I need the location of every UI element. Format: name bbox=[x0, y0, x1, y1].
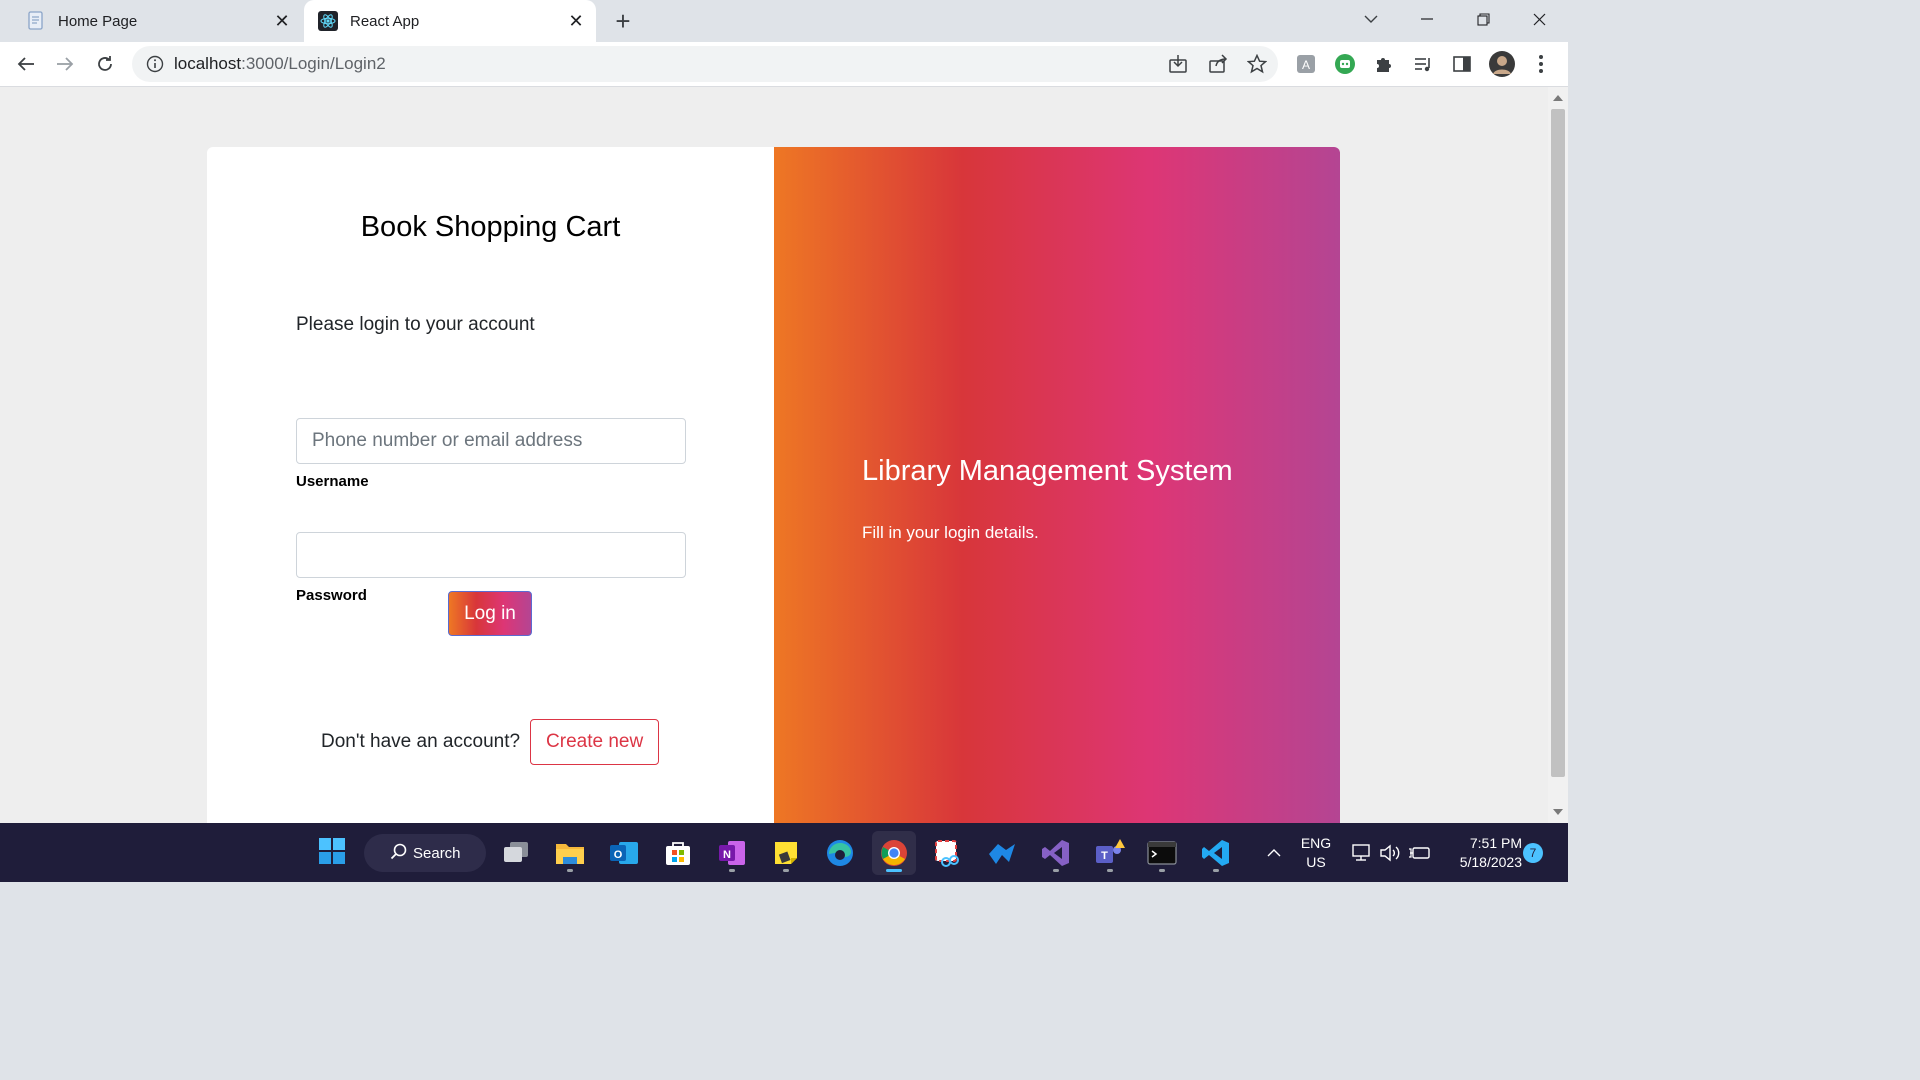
login-card: Book Shopping Cart Please login to your … bbox=[207, 147, 1340, 823]
minimize-icon[interactable] bbox=[1399, 0, 1455, 38]
vscode-icon[interactable] bbox=[1194, 831, 1238, 875]
login-form-pane: Book Shopping Cart Please login to your … bbox=[207, 147, 774, 823]
scroll-thumb[interactable] bbox=[1551, 109, 1565, 777]
document-icon bbox=[26, 11, 46, 31]
svg-text:A: A bbox=[1302, 58, 1310, 72]
show-hidden-icons-chevron-icon[interactable] bbox=[1262, 841, 1286, 865]
browser-toolbar: localhost:3000/Login/Login2 A bbox=[0, 42, 1568, 87]
tab-search-chevron-icon[interactable] bbox=[1343, 0, 1399, 38]
edge-icon[interactable] bbox=[818, 831, 862, 875]
side-title: Library Management System bbox=[862, 455, 1233, 487]
close-window-icon[interactable] bbox=[1511, 0, 1567, 38]
tab-home-page[interactable]: Home Page ✕ bbox=[12, 0, 302, 42]
side-panel-icon[interactable] bbox=[1448, 50, 1476, 78]
file-explorer-icon[interactable] bbox=[548, 831, 592, 875]
page-scrollbar[interactable] bbox=[1548, 87, 1568, 823]
search-label: Search bbox=[413, 844, 461, 862]
volume-icon[interactable] bbox=[1378, 841, 1402, 865]
gradient-info-pane: Library Management System Fill in your l… bbox=[774, 147, 1340, 823]
windows-logo-icon bbox=[318, 837, 346, 870]
new-tab-button[interactable]: + bbox=[608, 6, 638, 36]
notification-badge[interactable]: 7 bbox=[1523, 843, 1543, 863]
username-input[interactable] bbox=[296, 418, 686, 464]
password-input[interactable] bbox=[296, 532, 686, 578]
onenote-icon[interactable]: N bbox=[710, 831, 754, 875]
restore-icon[interactable] bbox=[1455, 0, 1511, 38]
react-icon bbox=[318, 11, 338, 31]
extension-robot-icon[interactable] bbox=[1331, 50, 1359, 78]
taskbar-search[interactable]: Search bbox=[364, 834, 486, 872]
reload-icon[interactable] bbox=[89, 48, 121, 80]
chrome-icon[interactable] bbox=[872, 831, 916, 875]
tab-title: React App bbox=[350, 12, 420, 30]
microsoft-store-icon[interactable] bbox=[656, 831, 700, 875]
url-path: :3000/Login/Login2 bbox=[241, 54, 386, 73]
install-app-icon[interactable] bbox=[1164, 50, 1192, 78]
scroll-down-icon[interactable] bbox=[1553, 809, 1563, 815]
sticky-notes-icon[interactable] bbox=[764, 831, 808, 875]
login-button[interactable]: Log in bbox=[448, 591, 532, 636]
language-code: ENG bbox=[1300, 835, 1332, 851]
signup-row: Don't have an account? Create new bbox=[321, 719, 660, 765]
more-menu-icon[interactable] bbox=[1527, 50, 1555, 78]
extension-grey-icon[interactable]: A bbox=[1292, 50, 1320, 78]
url-text: localhost:3000/Login/Login2 bbox=[174, 54, 386, 74]
brand-title: Book Shopping Cart bbox=[360, 211, 621, 243]
username-label: Username bbox=[296, 473, 369, 490]
windows-taskbar: Search O N T ENG US 7:51 PM 5/18/2023 7 bbox=[0, 823, 1568, 882]
scroll-up-icon[interactable] bbox=[1553, 95, 1563, 101]
signup-prompt: Don't have an account? bbox=[321, 731, 521, 752]
share-icon[interactable] bbox=[1204, 50, 1232, 78]
password-label: Password bbox=[296, 587, 367, 604]
language-indicator[interactable]: ENG US bbox=[1296, 834, 1336, 872]
start-button[interactable] bbox=[310, 831, 354, 875]
clock-time: 7:51 PM bbox=[1469, 835, 1522, 851]
media-queue-icon[interactable] bbox=[1409, 50, 1437, 78]
snipping-tool-icon[interactable] bbox=[926, 831, 970, 875]
svg-text:T: T bbox=[1101, 850, 1108, 862]
profile-avatar[interactable] bbox=[1488, 50, 1516, 78]
star-icon[interactable] bbox=[1243, 50, 1271, 78]
extensions-puzzle-icon[interactable] bbox=[1370, 50, 1398, 78]
close-icon[interactable]: ✕ bbox=[564, 9, 588, 33]
create-account-button[interactable]: Create new bbox=[530, 719, 660, 765]
address-bar[interactable]: localhost:3000/Login/Login2 bbox=[132, 46, 1278, 82]
terminal-icon[interactable] bbox=[1140, 831, 1184, 875]
svg-text:N: N bbox=[723, 849, 731, 861]
close-icon[interactable]: ✕ bbox=[270, 9, 294, 33]
side-text: Fill in your login details. bbox=[862, 523, 1039, 542]
info-icon[interactable] bbox=[146, 55, 164, 73]
task-view-icon[interactable] bbox=[494, 831, 538, 875]
url-host: localhost bbox=[174, 54, 242, 73]
azure-data-studio-icon[interactable] bbox=[980, 831, 1024, 875]
tab-react-app[interactable]: React App ✕ bbox=[304, 0, 596, 42]
svg-text:O: O bbox=[614, 849, 623, 861]
clock[interactable]: 7:51 PM 5/18/2023 bbox=[1442, 834, 1522, 872]
clock-date: 5/18/2023 bbox=[1459, 854, 1522, 870]
battery-icon[interactable] bbox=[1408, 841, 1432, 865]
tab-strip: Home Page ✕ React App ✕ + bbox=[0, 0, 1568, 42]
page-viewport: Book Shopping Cart Please login to your … bbox=[0, 87, 1548, 823]
search-icon bbox=[390, 843, 407, 864]
login-subtitle: Please login to your account bbox=[296, 314, 535, 335]
teams-icon[interactable]: T bbox=[1088, 831, 1132, 875]
network-icon[interactable] bbox=[1350, 841, 1374, 865]
visual-studio-icon[interactable] bbox=[1034, 831, 1078, 875]
back-arrow-icon[interactable] bbox=[10, 48, 42, 80]
region-code: US bbox=[1306, 854, 1326, 870]
outlook-icon[interactable]: O bbox=[602, 831, 646, 875]
forward-arrow-icon[interactable] bbox=[49, 48, 81, 80]
tab-title: Home Page bbox=[58, 12, 138, 30]
